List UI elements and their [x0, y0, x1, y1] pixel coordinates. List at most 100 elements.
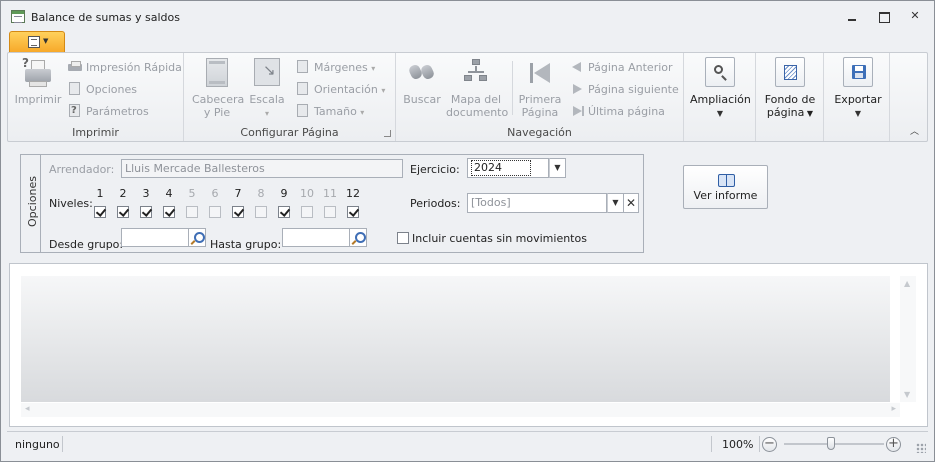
landlord-field: Lluis Mercade Ballesteros [121, 159, 403, 178]
ribbon-group-page-background: Fondo de página ▼ [756, 53, 824, 141]
clear-icon[interactable]: ✕ [623, 193, 639, 213]
level-number-2: 2 [119, 187, 127, 200]
to-group-search-icon[interactable] [350, 228, 367, 247]
chevron-down-icon: ▾ [264, 109, 269, 118]
view-report-button[interactable]: Ver informe [683, 165, 768, 209]
first-page-icon [524, 57, 556, 89]
previous-page-button[interactable]: Página Anterior [570, 59, 673, 77]
level-number-10: 10 [300, 187, 314, 200]
view-report-label: Ver informe [693, 189, 758, 202]
report-canvas [21, 276, 890, 402]
last-page-icon [570, 104, 584, 118]
export-icon [843, 57, 873, 87]
level-checkbox-8[interactable] [255, 206, 267, 218]
vertical-scrollbar[interactable]: ▲ ▼ [900, 276, 916, 402]
arrow-left-icon [570, 60, 584, 74]
chevron-down-icon[interactable]: ▼ [607, 193, 624, 213]
periods-select[interactable]: [Todos] [467, 193, 607, 213]
chevron-down-icon[interactable]: ▼ [904, 390, 910, 399]
zoom-label: Ampliación [690, 93, 751, 106]
first-page-button[interactable]: Primera Página [518, 57, 562, 119]
status-separator [62, 436, 63, 452]
chevron-down-icon[interactable]: ▼ [549, 158, 566, 178]
level-checkbox-5[interactable] [186, 206, 198, 218]
chevron-down-icon: ▼ [804, 109, 814, 118]
size-dropdown[interactable]: Tamaño [296, 103, 364, 121]
spreadsheet-icon [11, 10, 25, 23]
level-checkbox-9[interactable] [278, 206, 290, 218]
close-button[interactable]: ✕ [907, 9, 923, 23]
from-group-search-icon[interactable] [189, 228, 206, 247]
binoculars-icon [406, 57, 438, 89]
document-icon [28, 36, 40, 48]
parameters-button[interactable]: ? Parámetros [68, 103, 149, 121]
minimize-button[interactable] [844, 9, 860, 23]
include-empty-accounts-checkbox[interactable] [397, 232, 409, 244]
resize-grip-icon[interactable] [916, 443, 926, 453]
next-page-label: Página siguiente [588, 83, 679, 96]
fiscal-year-label: Ejercicio: [410, 163, 460, 176]
landlord-label: Arrendador: [49, 163, 115, 176]
zoom-out-icon[interactable]: − [762, 437, 777, 452]
level-number-3: 3 [142, 187, 150, 200]
chevron-up-icon[interactable]: ▲ [904, 279, 910, 288]
orientation-dropdown[interactable]: Orientación [296, 81, 385, 99]
level-number-12: 12 [346, 187, 360, 200]
quick-print-icon [68, 60, 82, 74]
document-map-label-2: documento [446, 106, 509, 119]
application-menu-button[interactable]: ▼ [9, 31, 65, 52]
group-label-page-setup: Configurar Página [240, 126, 339, 139]
group-label-print: Imprimir [72, 126, 119, 139]
chevron-down-icon: ▼ [854, 109, 862, 118]
level-checkbox-10[interactable] [301, 206, 313, 218]
status-bar: ninguno 100% − + [7, 431, 928, 455]
zoom-in-icon[interactable]: + [886, 437, 901, 452]
quick-print-button[interactable]: Impresión Rápida [68, 59, 182, 77]
last-page-button[interactable]: Última página [570, 103, 665, 121]
level-checkbox-3[interactable] [140, 206, 152, 218]
level-number-1: 1 [96, 187, 104, 200]
page-setup-dialog-launcher[interactable] [384, 130, 391, 137]
zoom-button[interactable]: Ampliación ▼ [690, 57, 751, 120]
document-map-icon [460, 57, 492, 89]
print-options-button[interactable]: Opciones [68, 81, 137, 99]
magnifier-icon [705, 57, 735, 87]
chevron-right-icon[interactable]: ▸ [891, 404, 896, 414]
chevron-down-icon: ▼ [716, 109, 724, 118]
to-group-input[interactable] [282, 228, 350, 247]
export-button[interactable]: Exportar ▼ [828, 57, 888, 120]
fiscal-year-select[interactable]: 2024 [467, 158, 549, 178]
page-header-footer-icon [201, 57, 233, 89]
ribbon-group-navigation: Buscar Mapa del documento Primera Página… [396, 53, 684, 141]
level-checkbox-12[interactable] [347, 206, 359, 218]
level-number-4: 4 [165, 187, 173, 200]
page-background-label: Fondo de [764, 93, 816, 106]
margins-dropdown[interactable]: Márgenes [296, 59, 375, 77]
level-checkbox-4[interactable] [163, 206, 175, 218]
print-label: Imprimir [14, 93, 62, 106]
next-page-button[interactable]: Página siguiente [570, 81, 679, 99]
level-checkbox-1[interactable] [94, 206, 106, 218]
header-footer-button[interactable]: Cabecera y Pie [192, 57, 244, 119]
scale-button[interactable]: Escala ▾ [246, 57, 288, 120]
level-checkbox-11[interactable] [324, 206, 336, 218]
level-checkbox-2[interactable] [117, 206, 129, 218]
collapse-ribbon-icon[interactable]: ︿ [910, 124, 919, 137]
chevron-left-icon[interactable]: ◂ [25, 404, 30, 414]
ribbon-group-zoom: Ampliación ▼ [684, 53, 756, 141]
periods-label: Periodos: [410, 197, 461, 210]
search-label: Buscar [403, 93, 441, 106]
from-group-input[interactable] [121, 228, 189, 247]
size-label: Tamaño [314, 105, 357, 118]
document-map-button[interactable]: Mapa del documento [446, 57, 509, 119]
level-checkbox-6[interactable] [209, 206, 221, 218]
last-page-label: Última página [588, 105, 665, 118]
orientation-label: Orientación [314, 83, 378, 96]
page-background-button[interactable]: Fondo de página ▼ [760, 57, 820, 120]
zoom-slider-thumb[interactable] [827, 437, 835, 450]
search-button[interactable]: Buscar [402, 57, 442, 106]
maximize-button[interactable] [876, 9, 892, 23]
print-button[interactable]: ? Imprimir [14, 57, 62, 107]
horizontal-scrollbar[interactable]: ◂ ▸ [21, 403, 900, 417]
level-checkbox-7[interactable] [232, 206, 244, 218]
